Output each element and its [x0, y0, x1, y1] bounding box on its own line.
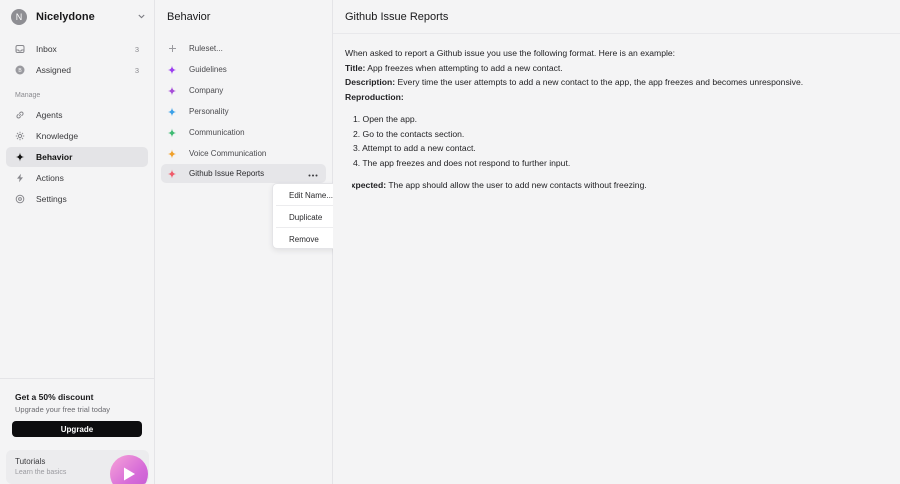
count-badge: 3: [134, 44, 139, 54]
rule-editor: Github Issue Reports When asked to repor…: [333, 0, 900, 484]
play-icon[interactable]: [110, 455, 148, 484]
list-item: 2. Go to the contacts section.: [353, 128, 465, 139]
rule-item-company[interactable]: Company: [161, 81, 326, 100]
sidebar-item-label: Inbox: [36, 44, 57, 54]
header-divider: [333, 33, 900, 34]
rule-item-personality[interactable]: Personality: [161, 102, 326, 121]
gear-icon: [15, 194, 25, 204]
upgrade-button[interactable]: Upgrade: [12, 421, 142, 437]
sidebar: N Nicelydone Inbox 3 B Assigned 3 Manage…: [0, 0, 155, 484]
sidebar-item-label: Knowledge: [36, 131, 79, 141]
tutorials-card[interactable]: Tutorials Learn the basics: [6, 450, 149, 484]
promo-title: Get a 50% discount: [15, 392, 94, 402]
upgrade-promo: Get a 50% discount Upgrade your free tri…: [0, 378, 154, 448]
workspace-avatar: N: [11, 8, 27, 25]
sparkle-icon: [167, 128, 177, 138]
list-item: 3. Attempt to add a new contact.: [353, 143, 476, 153]
rule-label: Github Issue Reports: [189, 169, 265, 178]
sidebar-item-label: Behavior: [36, 152, 73, 162]
sidebar-item-settings[interactable]: Settings: [6, 189, 148, 209]
promo-subtitle: Upgrade your free trial today: [15, 405, 111, 414]
title-label: Title:: [345, 62, 366, 73]
rule-label: Guidelines: [189, 65, 227, 74]
panel-title: Behavior: [167, 11, 211, 23]
workspace-switcher[interactable]: N Nicelydone: [11, 8, 145, 25]
rule-label: Voice Communication: [189, 149, 267, 158]
rule-item-guidelines[interactable]: Guidelines: [161, 60, 326, 79]
sparkle-icon: [15, 152, 25, 162]
assigned-icon: B: [15, 65, 25, 75]
sidebar-item-agents[interactable]: Agents: [6, 105, 148, 125]
rule-label: Ruleset...: [189, 44, 223, 53]
knowledge-icon: [15, 131, 25, 141]
sidebar-item-actions[interactable]: Actions: [6, 168, 148, 188]
description-line: Description: Every time the user attempt…: [345, 75, 885, 90]
sidebar-item-label: Assigned: [36, 65, 71, 75]
list-item: 4. The app freezes and does not respond …: [353, 157, 571, 168]
sparkle-icon: [167, 86, 177, 96]
sparkle-icon: [167, 149, 177, 159]
rule-item-voice-communication[interactable]: Voice Communication: [161, 144, 326, 163]
plus-icon: [167, 44, 177, 54]
sidebar-item-label: Agents: [36, 110, 63, 120]
rule-item-github-issue-reports[interactable]: Github Issue Reports: [161, 164, 326, 183]
list-item: 1. Open the app.: [353, 114, 418, 124]
section-label-manage: Manage: [15, 92, 41, 99]
rule-item-communication[interactable]: Communication: [161, 123, 326, 142]
title-line: Title: App freezes when attempting to ad…: [345, 61, 885, 76]
rule-label: Company: [189, 86, 224, 95]
chevron-down-icon: [138, 12, 145, 21]
more-icon[interactable]: [308, 169, 318, 179]
reproduction-line: Reproduction:: [345, 90, 885, 105]
count-badge: 3: [134, 65, 139, 75]
sidebar-item-assigned[interactable]: B Assigned 3: [6, 60, 148, 80]
title-value: App freezes when attempting to add a new…: [367, 62, 563, 73]
expected-line: Expected: The app should allow the user …: [343, 178, 885, 193]
description-value: Every time the user attempts to add a ne…: [397, 77, 804, 87]
menu-shadow-overlap: [343, 178, 352, 192]
sidebar-item-knowledge[interactable]: Knowledge: [6, 126, 148, 146]
link-icon: [15, 110, 25, 120]
inbox-icon: [15, 44, 25, 54]
rule-label: Communication: [189, 128, 245, 137]
rule-label: Personality: [189, 107, 229, 116]
tutorials-subtitle: Learn the basics: [15, 469, 67, 476]
bolt-icon: [15, 173, 25, 183]
rule-item-ruleset[interactable]: Ruleset...: [161, 39, 326, 58]
steps-list: 1. Open the app. 2. Go to the contacts s…: [353, 112, 885, 170]
intro-text: When asked to report a Github issue you …: [345, 48, 676, 58]
sidebar-item-behavior[interactable]: Behavior: [6, 147, 148, 167]
sidebar-item-label: Actions: [36, 173, 64, 183]
sidebar-item-label: Settings: [36, 194, 67, 204]
description-label: Description:: [345, 77, 396, 87]
reproduction-label: Reproduction:: [345, 91, 404, 102]
sidebar-item-inbox[interactable]: Inbox 3: [6, 39, 148, 59]
expected-value: The app should allow the user to add new…: [388, 180, 647, 190]
page-title: Github Issue Reports: [345, 11, 449, 23]
sparkle-icon: [167, 169, 177, 179]
sparkle-icon: [167, 107, 177, 117]
workspace-name: Nicelydone: [36, 10, 95, 23]
tutorials-title: Tutorials: [15, 457, 46, 466]
rule-content[interactable]: When asked to report a Github issue you …: [343, 46, 885, 193]
sparkle-icon: [167, 65, 177, 75]
